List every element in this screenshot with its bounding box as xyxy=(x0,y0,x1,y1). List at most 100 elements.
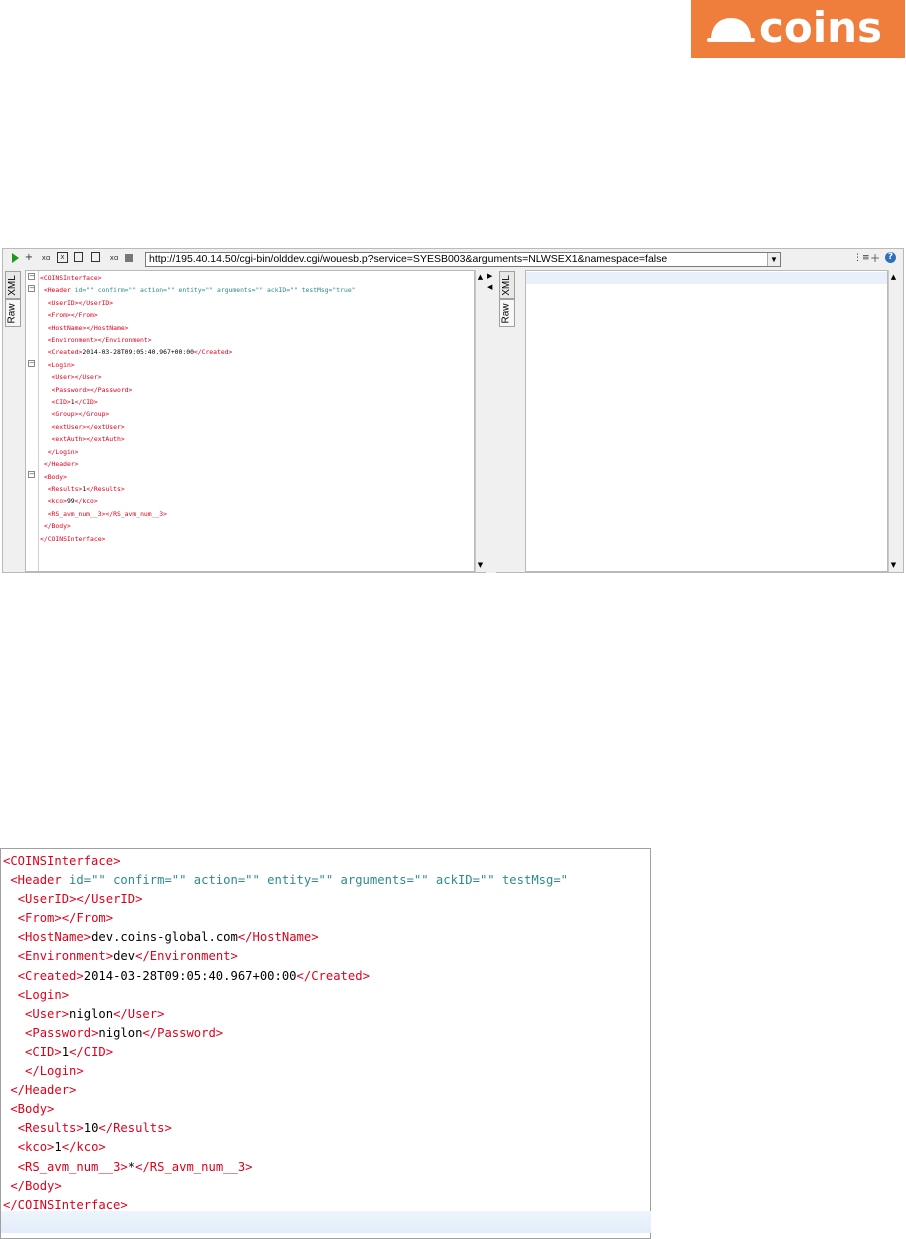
xml-line: <Created>2014-03-28T09:05:40.967+00:00</… xyxy=(40,346,356,358)
xml-bracket: > xyxy=(54,911,62,926)
xml-open-tag: <User xyxy=(25,1006,62,1021)
xml-open-tag: <UserID xyxy=(47,298,75,307)
scroll-up-icon[interactable]: ▲ xyxy=(476,272,485,282)
xml-close-tag: </Body> xyxy=(43,522,71,531)
xml-line: <From></From> xyxy=(3,909,568,928)
response-xml-zoom: <COINSInterface> <Header id="" confirm="… xyxy=(0,848,651,1239)
xml-attributes: id="" confirm="" action="" entity="" arg… xyxy=(61,873,569,888)
xml-text-value: 2014-03-28T09:05:40.967+00:00 xyxy=(82,348,194,357)
xml-text-value: 2014-03-28T09:05:40.967+00:00 xyxy=(83,968,297,983)
xml-line: <Login> xyxy=(3,986,568,1005)
xml-open-tag: <Created xyxy=(17,968,77,983)
scroll-down-icon[interactable]: ▼ xyxy=(476,560,485,570)
xml-open-tag: <Group xyxy=(51,410,75,419)
plus-icon[interactable]: + xyxy=(869,252,881,264)
xml-text-value: niglon xyxy=(69,1006,114,1021)
copy2-icon[interactable] xyxy=(91,252,100,262)
help-icon[interactable]: ? xyxy=(885,252,896,263)
xml-icon[interactable]: x xyxy=(57,252,68,263)
xml-bracket: > xyxy=(83,930,92,945)
left-scrollbar[interactable]: ▲ ▼ xyxy=(475,270,485,572)
logo-text: coins xyxy=(759,3,883,52)
xml-line: <Body> xyxy=(40,471,356,483)
xml-close-tag: </CID> xyxy=(74,398,98,407)
xml-close-tag: </RS_avm_num__3> xyxy=(135,1159,253,1174)
scroll-down-icon[interactable]: ▼ xyxy=(889,560,898,570)
xml-text-value: 99 xyxy=(66,497,75,506)
xml-close-tag: </From> xyxy=(70,311,98,320)
format-icon[interactable]: xɑ xyxy=(40,252,52,264)
xml-close-tag: </Login> xyxy=(25,1064,84,1079)
xml-line: <UserID></UserID> xyxy=(3,890,568,909)
response-xml-pane[interactable] xyxy=(525,270,888,572)
xml-line: <extAuth></extAuth> xyxy=(40,433,356,445)
xml-line: </Header> xyxy=(40,458,356,470)
xml-tester-window: + xɑ x xɑ http://195.40.14.50/cgi-bin/ol… xyxy=(2,248,904,573)
xml-text-value: dev xyxy=(113,949,136,964)
tab-xml-left[interactable]: XML xyxy=(5,271,21,299)
xml-close-tag: </Created> xyxy=(296,968,370,983)
copy-icon[interactable] xyxy=(74,252,83,262)
xml-line: <CID>1</CID> xyxy=(3,1043,568,1062)
response-xml-text: <COINSInterface> <Header id="" confirm="… xyxy=(3,852,568,1215)
xml-line: <HostName></HostName> xyxy=(40,322,356,334)
scroll-up-icon[interactable]: ▲ xyxy=(889,272,898,282)
xml-bracket: > xyxy=(70,360,75,369)
xml-text-value: 1 xyxy=(54,1140,62,1155)
url-input[interactable]: http://195.40.14.50/cgi-bin/olddev.cgi/w… xyxy=(145,252,781,267)
xml-line: <COINSInterface> xyxy=(40,272,356,284)
xml-text-value: 1 xyxy=(61,1044,70,1059)
xml-open-tag: <Results xyxy=(17,1121,77,1136)
xml-bracket: > xyxy=(54,1044,62,1059)
request-xml-text: <COINSInterface> <Header id="" confirm="… xyxy=(40,272,356,545)
tab-raw-right[interactable]: Raw xyxy=(499,299,515,327)
xml-open-tag: <From xyxy=(47,311,67,320)
pane-splitter[interactable]: ▶ ◀ xyxy=(486,269,496,573)
xml-line: <kco>1</kco> xyxy=(3,1138,568,1157)
xml-attributes: id="" confirm="" action="" entity="" arg… xyxy=(70,286,356,295)
play-icon[interactable] xyxy=(9,252,21,264)
xml-line: <User></User> xyxy=(40,371,356,383)
xml-open-tag: <Login xyxy=(47,360,71,369)
xml-bracket: > xyxy=(76,1121,84,1136)
fold-toggle[interactable]: − xyxy=(28,273,35,280)
xml-close-tag: </RS_avm_num__3> xyxy=(105,509,167,518)
xml-open-tag: <Environment xyxy=(47,336,94,345)
xml-close-tag: </COINSInterface> xyxy=(3,1197,128,1212)
code-icon[interactable]: xɑ xyxy=(108,252,120,264)
tree-icon[interactable]: ⋮≡ xyxy=(853,252,870,264)
fold-toggle[interactable]: − xyxy=(28,285,35,292)
xml-line: <Results>10</Results> xyxy=(3,1119,568,1138)
xml-open-tag: <extUser xyxy=(51,422,83,431)
xml-line: <CID>1</CID> xyxy=(40,396,356,408)
xml-open-tag: <Results xyxy=(47,484,79,493)
expand-arrow-icon[interactable]: ◀ xyxy=(487,283,492,291)
xml-close-tag: </From> xyxy=(61,911,114,926)
fold-toggle[interactable]: − xyxy=(28,360,35,367)
request-xml-pane[interactable]: − − − − <COINSInterface> <Header id="" c… xyxy=(25,270,475,572)
xml-open-tag: <User xyxy=(51,373,71,382)
xml-bracket: > xyxy=(61,1006,70,1021)
xml-open-tag: <Header xyxy=(43,286,71,295)
xml-line: <Results>1</Results> xyxy=(40,483,356,495)
xml-line: <Environment>dev</Environment> xyxy=(3,947,568,966)
tab-xml-right[interactable]: XML xyxy=(499,271,515,299)
xml-close-tag: </extUser> xyxy=(86,422,125,431)
xml-open-tag: <CID xyxy=(25,1044,55,1059)
collapse-arrow-icon[interactable]: ▶ xyxy=(487,272,492,280)
fold-toggle[interactable]: − xyxy=(28,471,35,478)
xml-open-tag: <kco xyxy=(17,1140,48,1155)
xml-open-tag: <Body xyxy=(43,472,64,481)
xml-open-tag: <HostName xyxy=(17,930,84,945)
xml-open-tag: <HostName xyxy=(47,323,83,332)
xml-close-tag: </Password> xyxy=(90,385,133,394)
right-scrollbar[interactable]: ▲ ▼ xyxy=(888,270,898,572)
tab-raw-left[interactable]: Raw xyxy=(5,299,21,327)
xml-open-tag: <COINSInterface xyxy=(40,274,98,282)
xml-line: <Group></Group> xyxy=(40,408,356,420)
url-dropdown-icon[interactable]: ▼ xyxy=(767,253,780,266)
add-line-icon[interactable]: + xyxy=(23,252,35,264)
xml-line: <Environment></Environment> xyxy=(40,334,356,346)
stop-icon[interactable] xyxy=(125,254,133,262)
xml-bracket: > xyxy=(61,987,70,1002)
